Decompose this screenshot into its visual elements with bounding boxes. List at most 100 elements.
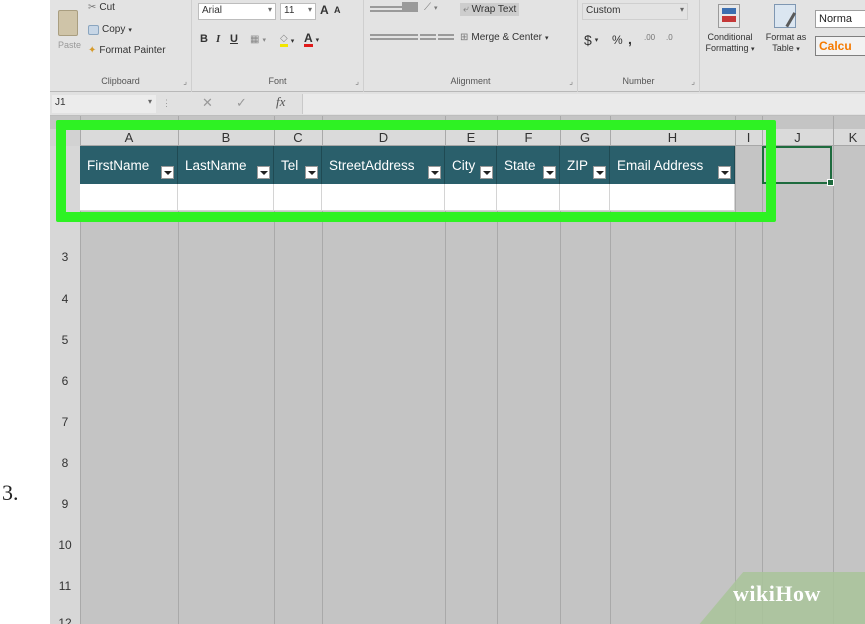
font-name-value: Arial [202,5,223,16]
insert-function-button[interactable]: fx [276,94,285,110]
ribbon: Paste ✂ Cut Copy ▾ ✦ Format Painter Clip… [50,0,865,92]
row-header[interactable]: 5 [50,333,80,347]
bottom-align-icon[interactable] [402,2,418,12]
top-align-icon[interactable] [370,6,386,16]
format-as-table-button[interactable]: Format as Table ▾ [758,32,814,55]
font-group-label: Font [268,76,287,86]
wrap-text-label: Wrap Text [471,4,517,15]
format-painter-button[interactable]: ✦ Format Painter [88,45,166,56]
column-header-k[interactable]: K [833,129,865,146]
format-as-table-label-2: Table ▾ [772,43,800,53]
underline-button[interactable]: U [230,33,238,45]
format-as-table-icon[interactable] [774,4,797,28]
increase-decimal-button[interactable]: .00 [644,33,655,42]
formula-bar: J1 ▾ ⋮ ✕ ✓ fx [50,92,865,116]
decrease-font-button[interactable]: A [334,5,341,15]
name-box[interactable]: J1 ▾ [52,95,156,113]
italic-button[interactable]: I [216,33,220,45]
scissors-icon: ✂ [88,2,97,13]
increase-indent-icon[interactable] [438,34,454,44]
chevron-down-icon: ▾ [267,5,272,14]
decrease-decimal-button[interactable]: .0 [666,33,673,42]
style-calculation[interactable]: Calcu [815,36,865,56]
row-header[interactable]: 7 [50,415,80,429]
cut-button[interactable]: ✂ Cut [88,2,115,13]
font-group: Arial ▾ 11 ▾ A A B I U ▦ ▾ ◇ ▾ A ▾ Font … [192,0,364,92]
merge-center-label: Merge & Center [471,32,542,43]
step-number: 3. [2,480,19,505]
number-format-combo[interactable]: Custom ▾ [582,3,688,20]
conditional-formatting-button[interactable]: Conditional Formatting ▾ [702,32,758,55]
row-header[interactable]: 4 [50,292,80,306]
font-color-button[interactable]: A ▾ [304,32,319,47]
chevron-down-icon: ▾ [290,37,295,45]
gridline [833,116,834,624]
dialog-launcher-icon[interactable]: ⌟ [691,77,695,86]
alignment-group-label: Alignment [450,76,491,86]
copy-button[interactable]: Copy ▾ [88,24,132,35]
copy-icon [88,24,99,35]
orientation-icon: ⟋ [424,2,431,13]
dialog-launcher-icon[interactable]: ⌟ [183,77,187,86]
row-header[interactable]: 12 [50,616,80,624]
font-color-icon: A [304,31,313,47]
currency-icon: $ [584,32,592,48]
copy-label: Copy [102,24,126,35]
chevron-down-icon: ▾ [751,46,755,53]
paste-icon[interactable] [58,10,78,36]
style-normal[interactable]: Norma [815,10,865,28]
wrap-text-icon: ⤶ [463,4,469,15]
row-header[interactable]: 3 [50,250,80,264]
chevron-down-icon: ▾ [128,26,132,34]
formula-input[interactable] [302,94,865,114]
conditional-formatting-icon[interactable] [718,4,740,28]
fill-color-button[interactable]: ◇ ▾ [280,34,294,47]
borders-icon: ▦ [250,34,260,45]
chevron-down-icon: ▾ [594,37,599,44]
paintbrush-icon: ✦ [88,45,97,56]
more-options-icon: ⋮ [162,98,171,108]
format-as-table-label: Format as [765,32,807,42]
orientation-button[interactable]: ⟋ ▾ [424,2,438,13]
dialog-launcher-icon[interactable]: ⌟ [355,77,359,86]
row-header[interactable]: 11 [50,579,80,593]
align-center-icon[interactable] [386,34,402,44]
wrap-text-button[interactable]: ⤶ Wrap Text [460,3,520,16]
row-header[interactable]: 6 [50,374,80,388]
decrease-indent-icon[interactable] [420,34,436,44]
enter-icon[interactable]: ✓ [236,95,247,111]
font-name-combo[interactable]: Arial ▾ [198,3,276,20]
fill-bucket-icon: ◇ [280,34,288,47]
align-left-icon[interactable] [370,34,386,44]
alignment-group: ⟋ ▾ ⤶ Wrap Text ⊞ Merge & Center ▾ Align… [364,0,578,92]
chevron-down-icon: ▾ [315,36,320,44]
increase-font-button[interactable]: A [320,3,329,17]
dialog-launcher-icon[interactable]: ⌟ [569,77,573,86]
percent-button[interactable]: % [612,33,623,47]
merge-center-button[interactable]: ⊞ Merge & Center ▾ [460,32,549,43]
conditional-formatting-label: Conditional [707,32,753,42]
paste-button[interactable]: Paste [58,40,81,50]
cut-label: Cut [99,2,115,13]
excel-screenshot: Paste ✂ Cut Copy ▾ ✦ Format Painter Clip… [50,0,865,624]
font-size-combo[interactable]: 11 ▾ [280,3,316,20]
number-group-label: Number [622,76,655,86]
chevron-down-icon: ▾ [796,46,800,53]
styles-group: Conditional Formatting ▾ Format as Table… [700,0,815,92]
borders-button[interactable]: ▦ ▾ [250,34,266,45]
row-header[interactable]: 8 [50,456,80,470]
row-header[interactable]: 10 [50,538,80,552]
format-painter-label: Format Painter [99,45,166,56]
cancel-icon[interactable]: ✕ [202,95,213,111]
font-size-value: 11 [284,5,295,16]
currency-button[interactable]: $ ▾ [584,32,598,48]
number-format-value: Custom [586,5,621,16]
worksheet-grid[interactable]: A B C D E F G H I J K FirstName LastName… [50,116,865,624]
row-header[interactable]: 9 [50,497,80,511]
comma-style-button[interactable]: , [628,31,632,47]
middle-align-icon[interactable] [386,6,402,16]
name-box-value: J1 [55,97,66,108]
bold-button[interactable]: B [200,33,208,45]
merge-icon: ⊞ [460,32,469,43]
align-right-icon[interactable] [402,34,418,44]
